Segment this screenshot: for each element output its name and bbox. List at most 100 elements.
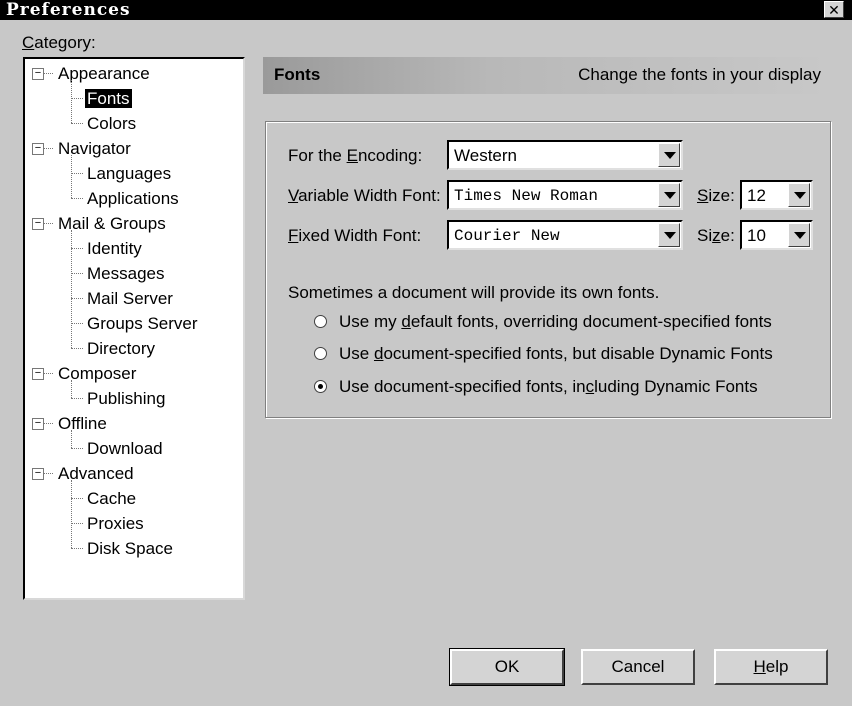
category-tree[interactable]: Appearance − Fonts Colors Navigator − Language… <box>23 57 245 600</box>
tree-item-label: Advanced <box>58 464 134 483</box>
tree-item-advanced[interactable]: Advanced <box>56 461 136 486</box>
tree-item-messages[interactable]: Messages <box>85 261 166 286</box>
chevron-down-icon[interactable] <box>658 223 680 247</box>
tree-connector <box>71 273 83 274</box>
tree-connector <box>71 123 83 124</box>
tree-item-applications[interactable]: Applications <box>85 186 181 211</box>
tree-item-mail-server[interactable]: Mail Server <box>85 286 175 311</box>
chevron-down-icon[interactable] <box>658 183 680 207</box>
chevron-down-icon[interactable] <box>788 223 810 247</box>
variable-font-label: Variable Width Font: <box>288 186 441 205</box>
document-fonts-note: Sometimes a document will provide its ow… <box>288 283 660 302</box>
tree-item-label: Navigator <box>58 139 131 158</box>
fixed-size-label: Size: <box>697 226 735 245</box>
encoding-select[interactable]: Western <box>447 140 683 170</box>
variable-size-label: Size: <box>697 186 735 205</box>
radio-button[interactable] <box>314 380 327 393</box>
tree-connector <box>71 523 83 524</box>
fixed-size-select[interactable]: 10 <box>740 220 813 250</box>
category-label: Category: <box>22 33 96 52</box>
tree-connector <box>71 155 72 198</box>
tree-item-proxies[interactable]: Proxies <box>85 511 146 536</box>
collapse-icon[interactable]: − <box>32 418 44 430</box>
fixed-font-label: Fixed Width Font: <box>288 226 422 245</box>
tree-item-label: Download <box>87 439 163 458</box>
chevron-down-icon[interactable] <box>788 183 810 207</box>
collapse-icon[interactable]: − <box>32 468 44 480</box>
tree-item-label: Colors <box>87 114 137 133</box>
tree-item-label: Identity <box>87 239 142 258</box>
close-icon[interactable]: ✕ <box>824 1 844 18</box>
tree-item-label: Directory <box>87 339 156 358</box>
tree-item-offline[interactable]: Offline <box>56 411 109 436</box>
tree-item-label: Cache <box>87 489 137 508</box>
tree-item-groups-server[interactable]: Groups Server <box>85 311 200 336</box>
window-title: Preferences <box>6 0 131 20</box>
tree-item-label: Mail & Groups <box>58 214 166 233</box>
tree-item-label: Proxies <box>87 514 144 533</box>
tree-item-label: Fonts <box>85 89 132 108</box>
tree-connector <box>71 248 83 249</box>
tree-item-label: Offline <box>58 414 107 433</box>
tree-item-label: Languages <box>87 164 172 183</box>
collapse-icon[interactable]: − <box>32 143 44 155</box>
tree-connector <box>71 348 83 349</box>
chevron-down-icon[interactable] <box>658 143 680 167</box>
help-button[interactable]: Help <box>714 649 828 685</box>
title-bar: Preferences ✕ <box>0 0 852 20</box>
tree-item-identity[interactable]: Identity <box>85 236 144 261</box>
tree-item-directory[interactable]: Directory <box>85 336 157 361</box>
tree-item-cache[interactable]: Cache <box>85 486 138 511</box>
tree-connector <box>71 548 83 549</box>
tree-item-label: Messages <box>87 264 165 283</box>
tree-connector <box>71 323 83 324</box>
ok-button[interactable]: OK <box>449 648 565 686</box>
radio-button[interactable] <box>314 347 327 360</box>
panel-title: Fonts <box>274 65 321 84</box>
tree-connector <box>44 148 53 149</box>
tree-connector <box>71 298 83 299</box>
tree-connector <box>44 373 53 374</box>
tree-item-label: Groups Server <box>87 314 198 333</box>
collapse-icon[interactable]: − <box>32 218 44 230</box>
radio-button[interactable] <box>314 315 327 328</box>
tree-connector <box>71 173 83 174</box>
tree-connector <box>71 498 83 499</box>
tree-item-mail-groups[interactable]: Mail & Groups <box>56 211 168 236</box>
collapse-icon[interactable]: − <box>32 68 44 80</box>
tree-connector <box>71 98 83 99</box>
tree-item-composer[interactable]: Composer <box>56 361 138 386</box>
tree-connector <box>71 380 72 398</box>
tree-item-download[interactable]: Download <box>85 436 165 461</box>
tree-connector <box>44 223 53 224</box>
encoding-label: For the Encoding: <box>288 146 423 165</box>
collapse-icon[interactable]: − <box>32 368 44 380</box>
tree-connector <box>71 448 83 449</box>
tree-item-fonts[interactable]: Fonts <box>85 86 132 111</box>
fixed-font-select[interactable]: Courier New <box>447 220 683 250</box>
tree-connector <box>44 423 53 424</box>
tree-item-navigator[interactable]: Navigator <box>56 136 133 161</box>
tree-item-label: Disk Space <box>87 539 173 558</box>
tree-item-disk-space[interactable]: Disk Space <box>85 536 175 561</box>
variable-font-select[interactable]: Times New Roman <box>447 180 683 210</box>
tree-item-label: Applications <box>87 189 179 208</box>
tree-connector <box>71 398 83 399</box>
tree-item-label: Mail Server <box>87 289 173 308</box>
tree-item-colors[interactable]: Colors <box>85 111 138 136</box>
tree-connector <box>44 473 53 474</box>
cancel-button[interactable]: Cancel <box>581 649 695 685</box>
tree-connector <box>44 73 53 74</box>
tree-connector <box>71 80 72 123</box>
panel-description: Change the fonts in your display <box>578 65 821 84</box>
variable-size-select[interactable]: 12 <box>740 180 813 210</box>
tree-connector <box>71 430 72 448</box>
tree-item-publishing[interactable]: Publishing <box>85 386 167 411</box>
panel-header: Fonts Change the fonts in your display <box>263 57 831 94</box>
tree-item-languages[interactable]: Languages <box>85 161 173 186</box>
tree-connector <box>71 198 83 199</box>
tree-item-label: Publishing <box>87 389 166 408</box>
tree-connector <box>71 230 72 348</box>
tree-connector <box>71 480 72 548</box>
tree-item-label: Composer <box>58 364 137 383</box>
